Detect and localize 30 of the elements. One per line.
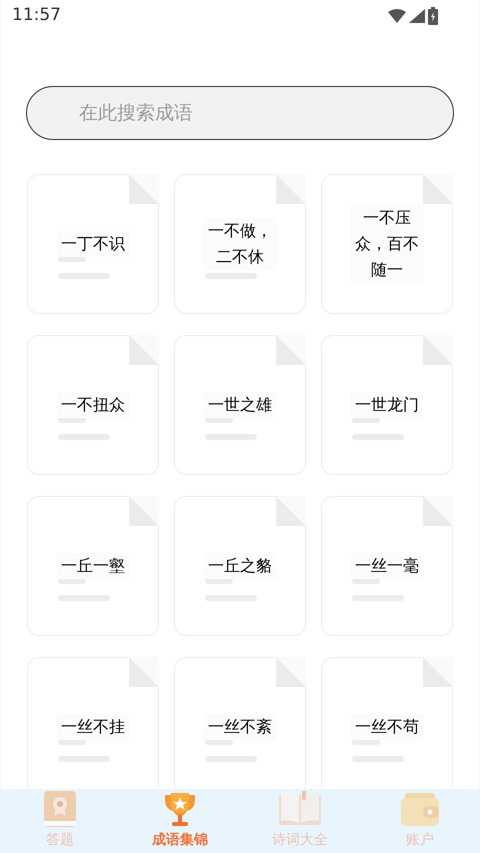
book-icon xyxy=(42,789,78,829)
idiom-card[interactable]: 一丁不识 xyxy=(27,174,159,314)
idiom-text: 一世之雄 xyxy=(204,392,276,418)
idiom-card[interactable]: 一不扭众 xyxy=(27,335,159,475)
idiom-card[interactable]: 一丝一毫 xyxy=(321,496,453,636)
battery-icon xyxy=(428,7,438,25)
idiom-card[interactable]: 一不做，二不休 xyxy=(174,174,306,314)
idiom-text: 一不扭众 xyxy=(57,392,129,418)
idiom-card[interactable]: 一世龙门 xyxy=(321,335,453,475)
idiom-text: 一丁不识 xyxy=(57,231,129,257)
idiom-text: 一丝一毫 xyxy=(351,553,423,579)
wifi-icon xyxy=(388,9,406,23)
idiom-card[interactable]: 一丝不挂 xyxy=(27,657,159,789)
idiom-text: 一不压众，百不随一 xyxy=(350,205,424,283)
idiom-card[interactable]: 一丝不紊 xyxy=(174,657,306,789)
status-time: 11:57 xyxy=(12,4,61,28)
idiom-card[interactable]: 一丘一壑 xyxy=(27,496,159,636)
idiom-text: 一丝不苟 xyxy=(351,714,423,740)
idiom-text: 一不做，二不休 xyxy=(203,218,277,270)
idiom-card[interactable]: 一丝不苟 xyxy=(321,657,453,789)
search-field[interactable]: 在此搜索成语 xyxy=(26,86,454,140)
idiom-card[interactable]: 一世之雄 xyxy=(174,335,306,475)
idiom-text: 一丝不挂 xyxy=(57,714,129,740)
idiom-text: 一丘之貉 xyxy=(204,553,276,579)
idiom-card[interactable]: 一丘之貉 xyxy=(174,496,306,636)
idiom-text: 一丘一壑 xyxy=(57,553,129,579)
idiom-card[interactable]: 一不压众，百不随一 xyxy=(321,174,453,314)
idiom-text: 一丝不紊 xyxy=(204,714,276,740)
idiom-text: 一世龙门 xyxy=(351,392,423,418)
signal-icon xyxy=(409,9,425,23)
